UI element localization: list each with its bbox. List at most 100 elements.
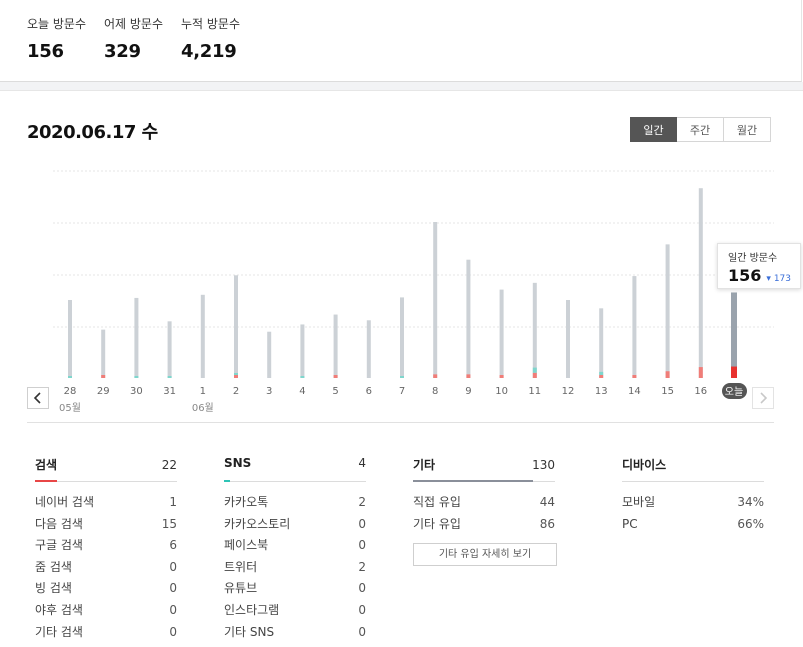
bar-search [101, 375, 106, 378]
bar-sns [134, 376, 139, 378]
x-tick-label: 12 [562, 386, 575, 397]
list-item: 모바일 34% [622, 495, 764, 509]
daily-visits-chart: 28 29 30 31 1 2 3 4 5 6 7 8 9 10 11 12 13 14 15 16 오늘05월 06월 [53, 170, 774, 414]
bar-sns [234, 373, 238, 375]
tab-weekly[interactable]: 주간 [677, 117, 724, 142]
bar-search [433, 374, 438, 378]
x-tick-label: 15 [661, 386, 674, 397]
bar-total [200, 294, 205, 378]
bar-search [665, 371, 670, 378]
month-label: 06월 [192, 402, 214, 414]
bar-total [499, 289, 504, 378]
x-tick-label: 5 [332, 386, 338, 397]
other-title: 기타 [413, 458, 436, 472]
list-item: 줌 검색 0 [35, 559, 177, 574]
chevron-left-icon [33, 392, 41, 404]
period-tabs: 일간 주간 월간 [630, 117, 771, 142]
month-label: 05월 [59, 402, 81, 414]
x-tick-label: 3 [266, 386, 272, 397]
x-tick-label: 16 [694, 386, 707, 397]
list-item: PC 66% [622, 516, 764, 531]
bar-sns [300, 376, 305, 378]
bar-search [632, 375, 637, 378]
other-accent [413, 480, 533, 482]
total-visits-label: 누적 방문수 [181, 17, 241, 31]
bar-sns [400, 376, 404, 378]
bar-total [234, 275, 238, 378]
bar-total [532, 282, 537, 378]
caret-down-icon: ▾ [766, 274, 771, 284]
yesterday-visits-label: 어제 방문수 [104, 17, 164, 31]
list-item: 카카오스토리 0 [224, 516, 366, 531]
tab-monthly[interactable]: 월간 [724, 117, 771, 142]
bar-total [665, 244, 670, 378]
bar-total [68, 300, 72, 378]
bar-search [532, 372, 537, 378]
tooltip-delta-value: 173 [773, 274, 791, 284]
prev-page-button[interactable] [27, 387, 49, 409]
list-item: 네이버 검색 1 [35, 495, 177, 509]
total-visits-value: 4,219 [181, 41, 237, 62]
list-item: 기타 유입 86 [413, 516, 555, 531]
list-item: 빙 검색 0 [35, 581, 177, 596]
x-tick-label: 30 [130, 386, 143, 397]
x-tick-label: 6 [366, 386, 372, 397]
bar-total [167, 321, 172, 378]
today-visits-value: 156 [27, 41, 64, 62]
search-panel: 검색 22 네이버 검색 1 다음 검색 15 구글 검색 6 줌 검색 0 빙 검색 0… [35, 456, 177, 643]
yesterday-visits: 어제 방문수 329 [104, 15, 163, 62]
other-panel: 기타 130 직접 유입 44 기타 유입 86 기타 유입 자세히 보기 [413, 456, 557, 567]
bar-total [566, 300, 570, 378]
bar-total [267, 331, 272, 378]
bar-total [433, 222, 438, 378]
list-item: 구글 검색 6 [35, 538, 177, 553]
device-title: 디바이스 [622, 458, 667, 472]
x-tick-label: 13 [595, 386, 608, 397]
next-page-button[interactable] [752, 387, 774, 409]
bar-total [731, 292, 737, 378]
sns-panel: SNS 4 카카오톡 2 카카오스토리 0 페이스북 0 트위터 2 유튜브 0 인스타그… [224, 456, 366, 643]
bar-search [499, 375, 504, 378]
list-item: 다음 검색 15 [35, 516, 177, 531]
x-tick-label: 29 [97, 386, 110, 397]
bar-search [698, 367, 703, 378]
chart-tooltip: 일간 방문수 156 ▾ 173 [717, 243, 801, 289]
bar-total [698, 188, 703, 378]
bar-sns [532, 367, 537, 373]
x-tick-label: 오늘 [725, 386, 743, 398]
x-tick-label: 8 [432, 386, 438, 397]
bar-total [466, 259, 471, 378]
x-tick-label: 28 [64, 386, 77, 397]
x-tick-label: 2 [233, 386, 239, 397]
list-item: 페이스북 0 [224, 538, 366, 553]
bar-sns [68, 376, 72, 378]
search-accent [35, 480, 57, 482]
bar-total [134, 297, 139, 378]
section-divider [0, 82, 803, 91]
tab-daily[interactable]: 일간 [630, 117, 677, 142]
tooltip-value: 156 [728, 266, 762, 285]
today-visits: 오늘 방문수 156 [27, 15, 86, 62]
bar-search [599, 375, 604, 378]
sns-title: SNS [224, 456, 252, 470]
x-tick-label: 4 [299, 386, 305, 397]
sns-total: 4 [358, 456, 366, 470]
tooltip-label: 일간 방문수 [728, 253, 778, 264]
list-item: 기타 검색 0 [35, 624, 177, 639]
bar-total [300, 324, 305, 378]
x-tick-label: 31 [163, 386, 176, 397]
list-item: 유튜브 0 [224, 581, 366, 596]
chevron-right-icon [760, 392, 768, 404]
today-visits-label: 오늘 방문수 [27, 17, 87, 31]
x-tick-label: 10 [495, 386, 508, 397]
total-visits: 누적 방문수 4,219 [181, 15, 240, 62]
yesterday-visits-value: 329 [104, 41, 141, 62]
bar-total [366, 320, 371, 378]
sns-accent [224, 480, 230, 482]
x-tick-label: 14 [628, 386, 641, 397]
device-panel: 디바이스 모바일 34% PC 66% [622, 456, 764, 535]
bar-total [333, 314, 338, 378]
bar-search [466, 374, 471, 378]
other-inflow-detail-button[interactable]: 기타 유입 자세히 보기 [413, 543, 557, 567]
list-item: 인스타그램 0 [224, 602, 366, 617]
